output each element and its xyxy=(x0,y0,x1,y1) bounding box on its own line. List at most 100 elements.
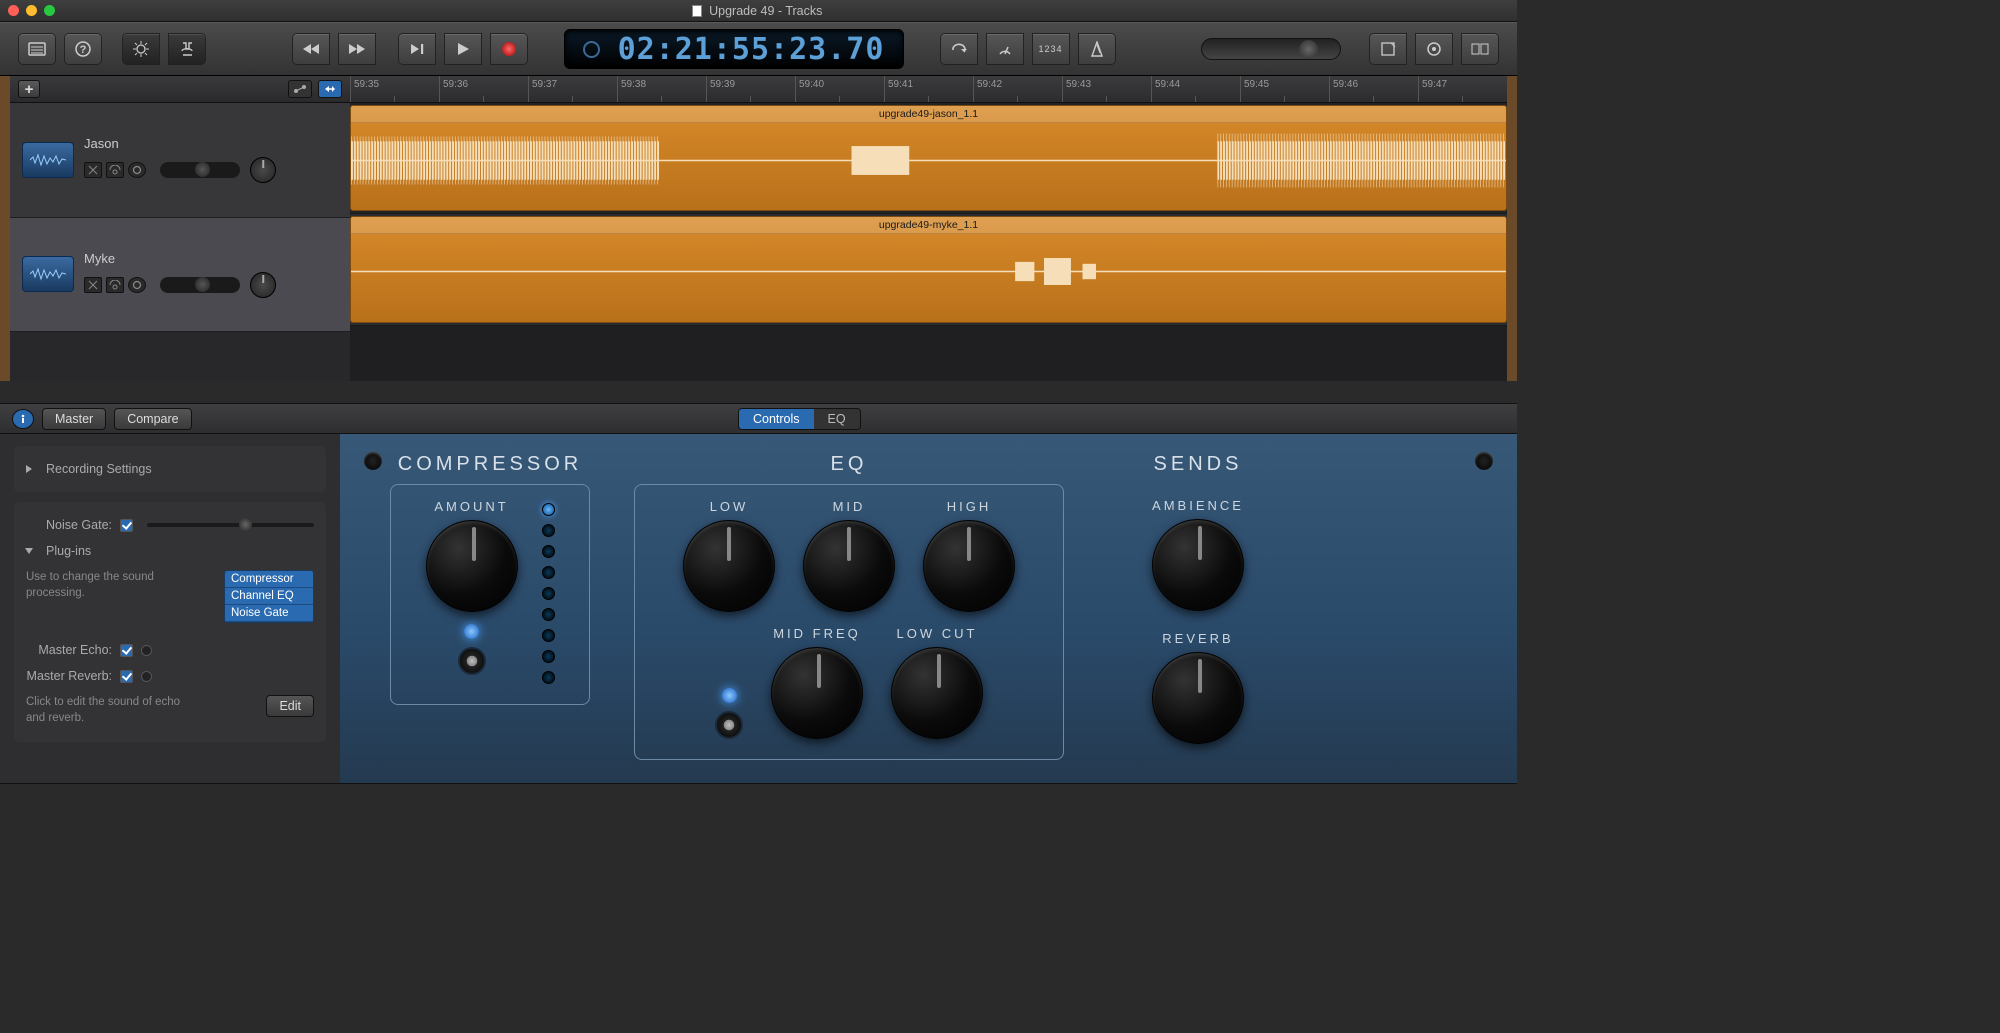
noise-gate-label: Noise Gate: xyxy=(26,518,112,532)
plugin-slot[interactable]: Noise Gate xyxy=(225,605,313,622)
catch-playhead-toggle[interactable] xyxy=(318,80,342,98)
smart-controls-button[interactable] xyxy=(122,33,160,65)
plugin-slot[interactable]: Compressor xyxy=(225,571,313,588)
arrange-area: + Jason xyxy=(0,76,1517,381)
add-track-button[interactable]: + xyxy=(18,80,40,98)
media-browser-button[interactable] xyxy=(1461,33,1499,65)
solo-button[interactable] xyxy=(106,162,124,178)
forward-button[interactable] xyxy=(338,33,376,65)
sends-title: SENDS xyxy=(1154,454,1243,474)
tab-controls[interactable]: Controls xyxy=(739,409,814,429)
plugins-title: Plug-ins xyxy=(46,544,91,558)
eq-midfreq-label: MID FREQ xyxy=(773,626,861,641)
reverb-knob[interactable] xyxy=(1152,652,1244,744)
master-reverb-checkbox[interactable] xyxy=(120,670,133,683)
noise-gate-checkbox[interactable] xyxy=(120,519,133,532)
inspector-toggle[interactable] xyxy=(12,409,34,429)
compressor-amount-knob[interactable] xyxy=(426,520,518,612)
document-icon xyxy=(692,5,702,17)
stop-button[interactable] xyxy=(398,33,436,65)
editors-button[interactable] xyxy=(168,33,206,65)
inspector-sidebar: Recording Settings Noise Gate: Plug-ins … xyxy=(0,404,340,783)
compare-button[interactable]: Compare xyxy=(114,408,191,430)
recording-settings-disclosure[interactable]: Recording Settings xyxy=(26,456,314,482)
eq-midfreq-knob[interactable] xyxy=(771,647,863,739)
edit-button[interactable]: Edit xyxy=(266,695,314,717)
master-button[interactable]: Master xyxy=(42,408,106,430)
ruler-tick: 59:39 xyxy=(706,76,795,102)
eq-low-knob[interactable] xyxy=(683,520,775,612)
master-echo-radio[interactable] xyxy=(141,645,152,656)
record-enable-button[interactable] xyxy=(128,277,146,293)
notepad-button[interactable] xyxy=(1369,33,1407,65)
view-segmented: Controls EQ xyxy=(738,408,861,430)
ruler-tick: 59:44 xyxy=(1151,76,1240,102)
mute-button[interactable] xyxy=(84,277,102,293)
ruler-tick: 59:45 xyxy=(1240,76,1329,102)
master-reverb-radio[interactable] xyxy=(141,671,152,682)
ruler-tick: 59:40 xyxy=(795,76,884,102)
solo-button[interactable] xyxy=(106,277,124,293)
master-echo-label: Master Echo: xyxy=(26,643,112,657)
record-button[interactable] xyxy=(490,33,528,65)
tab-eq[interactable]: EQ xyxy=(814,409,860,429)
reverb-description: Click to edit the sound of echo and reve… xyxy=(26,695,196,726)
rewind-button[interactable] xyxy=(292,33,330,65)
pan-knob[interactable] xyxy=(250,157,276,183)
metronome-button[interactable] xyxy=(1078,33,1116,65)
eq-low-label: LOW xyxy=(710,499,749,514)
ruler-tick: 59:46 xyxy=(1329,76,1418,102)
cycle-button[interactable] xyxy=(940,33,978,65)
plugin-rack: COMPRESSOR AMOUNT EQ xyxy=(340,404,1517,783)
record-enable-button[interactable] xyxy=(128,162,146,178)
master-reverb-label: Master Reverb: xyxy=(26,669,112,683)
ruler-tick: 59:36 xyxy=(439,76,528,102)
noise-gate-slider[interactable] xyxy=(147,523,314,527)
minimize-window[interactable] xyxy=(26,5,37,16)
lcd-display[interactable]: 02:21:55:23.70 xyxy=(564,29,904,69)
window-title-text: Upgrade 49 - Tracks xyxy=(709,4,822,18)
count-in-button[interactable]: 1234 xyxy=(1032,33,1070,65)
track-name-label: Myke xyxy=(84,251,338,266)
amount-label: AMOUNT xyxy=(434,499,508,514)
track-volume-slider[interactable] xyxy=(160,162,240,178)
play-button[interactable] xyxy=(444,33,482,65)
chevron-down-icon xyxy=(25,548,33,554)
mute-button[interactable] xyxy=(84,162,102,178)
pan-knob[interactable] xyxy=(250,272,276,298)
master-volume-slider[interactable] xyxy=(1201,38,1341,60)
track-lane-jason[interactable]: upgrade49-jason_1.1 xyxy=(350,103,1507,214)
screw-icon xyxy=(1475,452,1493,470)
zoom-window[interactable] xyxy=(44,5,55,16)
loop-browser-button[interactable] xyxy=(1415,33,1453,65)
eq-lowcut-label: LOW CUT xyxy=(897,626,978,641)
library-button[interactable] xyxy=(18,33,56,65)
compressor-led xyxy=(464,624,479,639)
audio-region-myke[interactable]: upgrade49-myke_1.1 xyxy=(350,216,1507,322)
eq-high-knob[interactable] xyxy=(923,520,1015,612)
sends-panel: AMBIENCE REVERB xyxy=(1098,484,1298,764)
track-lane-myke[interactable]: upgrade49-myke_1.1 xyxy=(350,214,1507,325)
quick-help-button[interactable]: ? xyxy=(64,33,102,65)
tuner-button[interactable] xyxy=(986,33,1024,65)
track-header-myke[interactable]: Myke xyxy=(10,218,350,333)
track-header-jason[interactable]: Jason xyxy=(10,103,350,218)
eq-mid-label: MID xyxy=(833,499,866,514)
time-ruler[interactable]: 59:3559:3659:3759:3859:3959:4059:4159:42… xyxy=(350,76,1507,103)
eq-led xyxy=(722,688,737,703)
plugins-description: Use to change the sound processing. xyxy=(26,570,166,601)
reverb-label: REVERB xyxy=(1162,631,1233,646)
audio-region-jason[interactable]: upgrade49-jason_1.1 xyxy=(350,105,1507,211)
region-label: upgrade49-jason_1.1 xyxy=(351,106,1506,123)
volume-knob[interactable] xyxy=(1299,40,1318,59)
close-window[interactable] xyxy=(8,5,19,16)
plugin-slot[interactable]: Channel EQ xyxy=(225,588,313,605)
eq-mid-knob[interactable] xyxy=(803,520,895,612)
plugins-disclosure[interactable]: Plug-ins xyxy=(26,538,314,564)
timeline[interactable]: 59:3559:3659:3759:3859:3959:4059:4159:42… xyxy=(350,76,1507,381)
master-echo-checkbox[interactable] xyxy=(120,644,133,657)
ambience-knob[interactable] xyxy=(1152,519,1244,611)
track-volume-slider[interactable] xyxy=(160,277,240,293)
eq-lowcut-knob[interactable] xyxy=(891,647,983,739)
automation-toggle[interactable] xyxy=(288,80,312,98)
